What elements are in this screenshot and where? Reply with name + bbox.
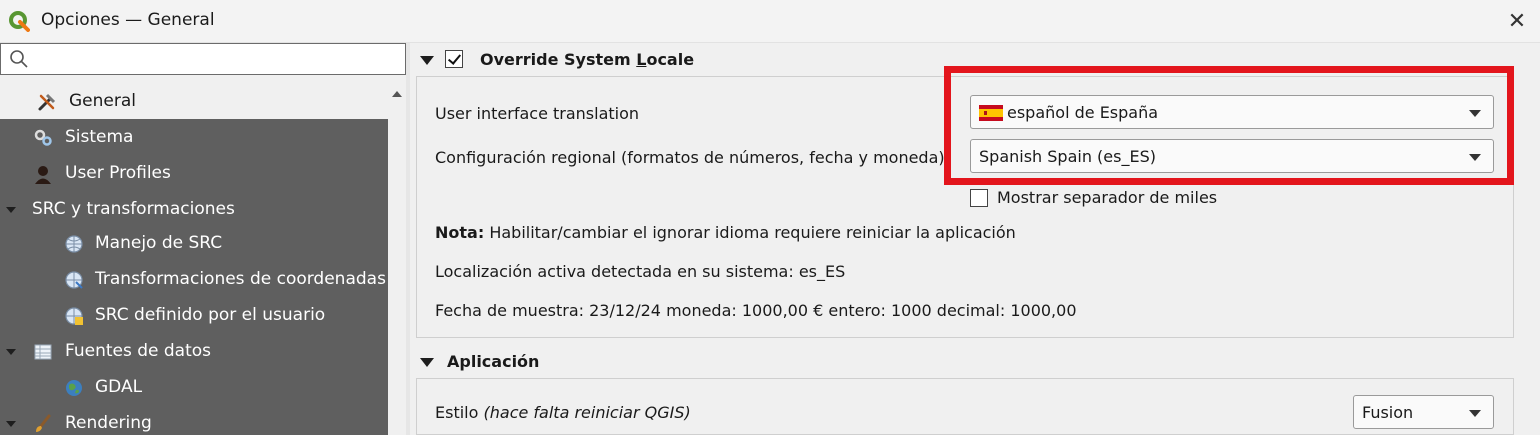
style-label: Estilo (hace falta reiniciar QGIS) xyxy=(435,403,691,422)
thousands-separator-label: Mostrar separador de miles xyxy=(997,188,1218,207)
expand-arrow-icon[interactable] xyxy=(6,349,16,355)
sidebar-item-label: Transformaciones de coordenadas xyxy=(95,269,386,289)
override-locale-checkbox[interactable] xyxy=(445,50,463,68)
section-title: Aplicación xyxy=(447,352,540,371)
regional-config-label: Configuración regional (formatos de núme… xyxy=(435,148,945,167)
sidebar-item-sistema[interactable]: Sistema xyxy=(0,121,388,155)
brush-icon xyxy=(36,414,51,432)
chevron-down-icon xyxy=(1469,154,1481,161)
chevron-down-icon xyxy=(1469,410,1481,417)
sidebar-item-label: Manejo de SRC xyxy=(95,233,223,253)
sample-format-text: Fecha de muestra: 23/12/24 moneda: 1000,… xyxy=(435,301,1077,320)
table-icon xyxy=(34,344,52,360)
sidebar-item-manejo-src[interactable]: Manejo de SRC xyxy=(0,227,388,261)
search-icon xyxy=(10,50,28,68)
combo-value: español de España xyxy=(1007,103,1159,122)
section-title: Override System Locale xyxy=(480,50,695,69)
app-section-header: Aplicación xyxy=(416,344,1516,378)
globe-transform-icon xyxy=(65,271,83,289)
content-scrollbar[interactable] xyxy=(1518,43,1540,435)
globe-user-icon xyxy=(65,307,83,325)
combo-value: Spanish Spain (es_ES) xyxy=(979,147,1156,166)
globe-icon xyxy=(65,235,83,253)
ui-translation-combo[interactable]: español de España xyxy=(970,95,1494,129)
user-icon xyxy=(35,166,51,184)
title-bar: Opciones — General ✕ xyxy=(0,0,1540,43)
gdal-globe-icon xyxy=(66,380,82,396)
sidebar-item-user-profiles[interactable]: User Profiles xyxy=(0,157,388,191)
spain-flag-icon xyxy=(979,105,1003,121)
sidebar-item-label: GDAL xyxy=(95,377,143,397)
options-tree: General Sistema User Profiles SRC y tran… xyxy=(0,85,388,435)
thousands-separator-checkbox[interactable] xyxy=(970,189,988,207)
window-title: Opciones — General xyxy=(41,10,215,30)
note-text: Nota: Habilitar/cambiar el ignorar idiom… xyxy=(435,223,1016,242)
expand-arrow-icon[interactable] xyxy=(6,207,16,213)
tools-icon xyxy=(38,93,56,111)
sidebar-item-label: Sistema xyxy=(65,127,134,147)
search-box[interactable] xyxy=(0,43,406,75)
sidebar-scrollbar[interactable] xyxy=(388,85,406,435)
sidebar-item-fuentes-datos[interactable]: Fuentes de datos xyxy=(0,335,388,369)
sidebar-item-src-usuario[interactable]: SRC definido por el usuario xyxy=(0,299,388,333)
style-combo[interactable]: Fusion xyxy=(1353,395,1494,429)
ui-translation-label: User interface translation xyxy=(435,104,640,123)
regional-config-combo[interactable]: Spanish Spain (es_ES) xyxy=(970,139,1494,173)
sidebar-item-transformaciones-coordenadas[interactable]: Transformaciones de coordenadas xyxy=(0,263,388,297)
collapse-arrow-icon[interactable] xyxy=(420,358,434,367)
detected-locale-text: Localización activa detectada en su sist… xyxy=(435,262,846,281)
sidebar-item-label: User Profiles xyxy=(65,163,171,183)
sidebar-item-label: SRC definido por el usuario xyxy=(95,305,326,325)
sidebar-item-rendering[interactable]: Rendering xyxy=(0,407,388,435)
scroll-up-icon[interactable] xyxy=(392,91,402,97)
collapse-arrow-icon[interactable] xyxy=(420,56,434,65)
gears-icon xyxy=(34,129,52,146)
qgis-logo-icon xyxy=(9,11,30,32)
chevron-down-icon xyxy=(1469,110,1481,117)
search-input[interactable] xyxy=(37,46,401,74)
locale-section-header: Override System Locale xyxy=(416,42,1516,76)
locale-panel: User interface translation español de Es… xyxy=(416,76,1514,338)
sidebar-item-label: SRC y transformaciones xyxy=(32,199,235,219)
sidebar-item-label: Fuentes de datos xyxy=(65,341,212,361)
sidebar-item-gdal[interactable]: GDAL xyxy=(0,371,388,405)
expand-arrow-icon[interactable] xyxy=(6,421,16,427)
sidebar-item-general[interactable]: General xyxy=(0,85,388,119)
combo-value: Fusion xyxy=(1362,403,1414,422)
app-panel: Estilo (hace falta reiniciar QGIS) Fusio… xyxy=(416,378,1514,435)
close-button[interactable]: ✕ xyxy=(1494,0,1540,42)
sidebar-item-src-transformaciones[interactable]: SRC y transformaciones xyxy=(0,193,388,227)
pane-splitter[interactable] xyxy=(406,43,410,435)
sidebar-item-label: Rendering xyxy=(65,413,152,433)
sidebar-item-label: General xyxy=(69,91,136,111)
close-icon: ✕ xyxy=(1507,8,1527,34)
